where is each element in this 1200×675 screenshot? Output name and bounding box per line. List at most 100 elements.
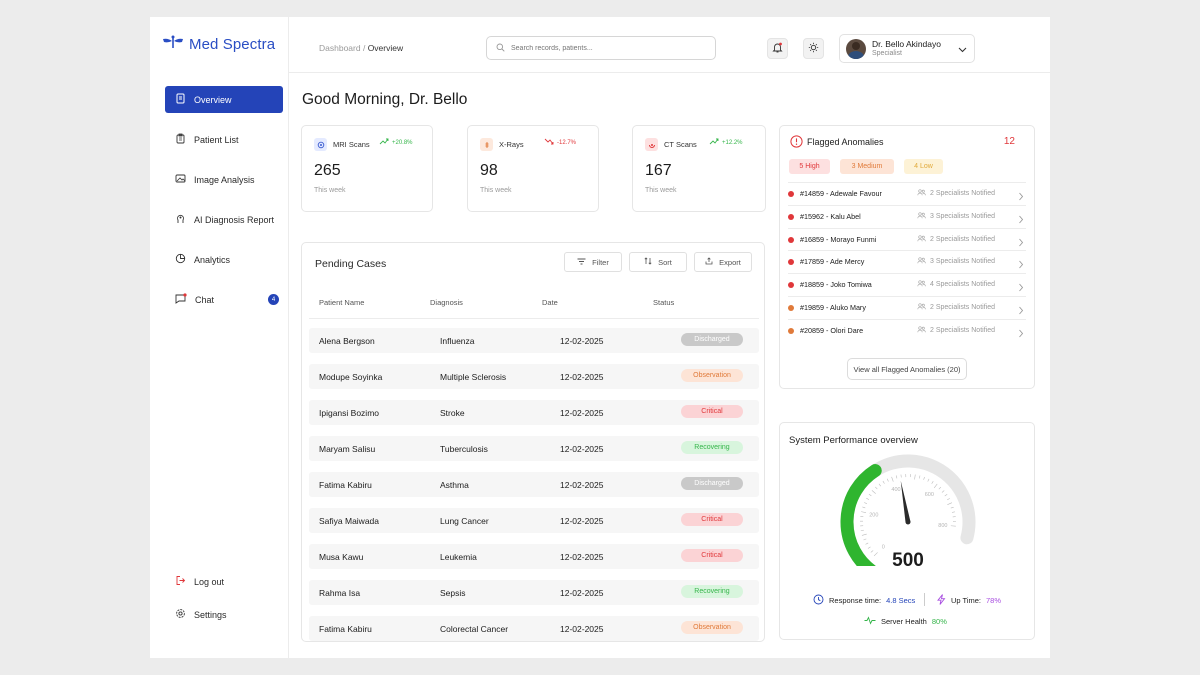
notifications-button[interactable] [767, 38, 788, 59]
column-header-status[interactable]: Status [653, 298, 674, 307]
anomaly-row[interactable]: #18859 - Joko Tomiwa 4 Specialists Notifi… [788, 273, 1026, 295]
table-row[interactable]: Ipigansi Bozimo Stroke 12-02-2025 Critical [309, 400, 759, 425]
anomaly-row[interactable]: #19859 - Aluko Mary 2 Specialists Notifie… [788, 296, 1026, 318]
table-row[interactable]: Fatima Kabiru Colorectal Cancer 12-02-2025… [309, 616, 759, 641]
cell-name: Modupe Soyinka [319, 372, 383, 382]
specialists-note: 2 Specialists Notified [917, 303, 995, 312]
gauge-tick [867, 546, 871, 549]
nav-item-patient-list[interactable]: Patient List [165, 126, 283, 153]
table-row[interactable]: Maryam Salisu Tuberculosis 12-02-2025 Recov… [309, 436, 759, 461]
metric-value: 4.8 Secs [886, 596, 916, 605]
logout-button[interactable]: Log out [165, 568, 283, 595]
gauge-tick [875, 486, 878, 490]
table-row[interactable]: Musa Kawu Leukemia 12-02-2025 Critical [309, 544, 759, 569]
gauge-tick [931, 481, 934, 484]
note-text: 4 Specialists Notified [930, 281, 995, 289]
table-row[interactable]: Modupe Soyinka Multiple Sclerosis 12-02-20… [309, 364, 759, 389]
anomaly-label: #17859 - Ade Mercy [800, 257, 865, 267]
section-title: System Performance overview [789, 435, 918, 446]
chip-low[interactable]: 4 Low [904, 159, 943, 174]
column-header-date[interactable]: Date [542, 298, 558, 307]
stat-card-ct[interactable]: CT Scans +12.2% 167 This week [632, 125, 766, 212]
nav-item-ai-diagnosis-report[interactable]: AI Diagnosis Report [165, 206, 283, 233]
nav-item-chat[interactable]: Chat 4 [165, 286, 283, 313]
clock-icon [813, 594, 824, 607]
table-row[interactable]: Safiya Maiwada Lung Cancer 12-02-2025 Criti… [309, 508, 759, 533]
server-health-metric: Server Health 80% [864, 616, 947, 627]
cell-name: Maryam Salisu [319, 444, 376, 454]
note-text: 2 Specialists Notified [930, 235, 995, 243]
response-time-metric: Response time: 4.8 Secs [813, 594, 915, 607]
cell-date: 12-02-2025 [560, 588, 604, 598]
button-label: Filter [592, 257, 609, 267]
cell-date: 12-02-2025 [560, 336, 604, 346]
clipboard-icon [175, 133, 186, 146]
cell-diagnosis: Lung Cancer [440, 516, 489, 526]
logout-icon [175, 575, 186, 588]
stat-card-xrays[interactable]: X-Rays -12.7% 98 This week [467, 125, 599, 212]
cell-diagnosis: Tuberculosis [440, 444, 488, 454]
gauge-tick [938, 486, 942, 490]
alert-icon [790, 135, 803, 153]
settings-button[interactable]: Settings [165, 601, 283, 628]
gauge-tick [862, 506, 866, 509]
nav-label: Analytics [194, 254, 231, 265]
column-header-diagnosis[interactable]: Diagnosis [430, 298, 463, 307]
metric-value: 80% [931, 617, 947, 626]
gauge-tick [861, 533, 867, 536]
note-text: 3 Specialists Notified [930, 258, 995, 266]
anomaly-row[interactable]: #14859 - Adewale Favour 2 Specialists Not… [788, 182, 1026, 204]
chip-high[interactable]: 5 High [789, 159, 830, 174]
specialists-note: 2 Specialists Notified [917, 234, 995, 244]
chevron-right-icon [1018, 234, 1024, 252]
metric-label: Response time: [829, 596, 882, 605]
table-row[interactable]: Rahma Isa Sepsis 12-02-2025 Recovering [309, 580, 759, 605]
sort-button[interactable]: Sort [629, 252, 687, 272]
trend-value: +12.2% [722, 139, 743, 146]
breadcrumb-current: Overview [367, 43, 404, 53]
note-text: 2 Specialists Notified [930, 190, 995, 197]
heartbeat-icon [864, 616, 876, 627]
gauge-tick-label: 200 [869, 512, 878, 518]
status-badge: Critical [681, 405, 743, 418]
chip-medium[interactable]: 3 Medium [840, 159, 894, 174]
gauge-tick [865, 542, 869, 545]
search-icon [496, 39, 505, 57]
logo[interactable]: Med Spectra [162, 35, 275, 54]
anomaly-row[interactable]: #20859 - Olori Dare 2 Specialists Notifie… [788, 318, 1026, 341]
nav-item-analytics[interactable]: Analytics [165, 246, 283, 273]
user-menu[interactable]: Dr. Bello Akindayo Specialist [839, 34, 975, 63]
filter-button[interactable]: Filter [564, 252, 622, 272]
users-icon [917, 212, 926, 221]
stat-card-mri[interactable]: MRI Scans +20.8% 265 This week [301, 125, 433, 212]
trend-value: -12.7% [557, 139, 577, 146]
table-row[interactable]: Fatima Kabiru Asthma 12-02-2025 Discharged [309, 472, 759, 497]
theme-toggle-button[interactable] [803, 38, 824, 59]
column-header-patient[interactable]: Patient Name [319, 298, 364, 307]
nav-item-overview[interactable]: Overview [165, 86, 283, 113]
severity-dot [788, 282, 794, 289]
stat-period: This week [480, 187, 512, 194]
trend-up-icon [709, 138, 719, 147]
export-button[interactable]: Export [694, 252, 752, 272]
gauge-tick [944, 494, 948, 497]
cell-name: Ipigansi Bozimo [319, 408, 380, 418]
search-box[interactable] [486, 36, 716, 60]
stat-period: This week [314, 187, 346, 194]
cell-diagnosis: Multiple Sclerosis [440, 372, 507, 382]
breadcrumb-root[interactable]: Dashboard [319, 43, 361, 53]
table-row[interactable]: Alena Bergson Influenza 12-02-2025 Discharg… [309, 328, 759, 353]
anomaly-row[interactable]: #17859 - Ade Mercy 3 Specialists Notified [788, 250, 1026, 272]
anomaly-row[interactable]: #16859 - Morayo Funmi 2 Specialists Notif… [788, 227, 1026, 252]
anomaly-row[interactable]: #15962 - Kalu Abel 3 Specialists Notified [788, 204, 1026, 227]
note-text: 2 Specialists Notified [930, 326, 995, 334]
nav-item-image-analysis[interactable]: Image Analysis [165, 166, 283, 193]
stat-value: 265 [314, 162, 341, 179]
view-all-anomalies-button[interactable]: View all Flagged Anomalies (20) [847, 358, 967, 380]
trend-down-icon [544, 138, 554, 147]
stat-period: This week [645, 187, 677, 194]
search-input[interactable] [511, 44, 701, 52]
cell-date: 12-02-2025 [560, 516, 604, 526]
status-badge: Critical [681, 549, 743, 562]
gauge-tick [951, 511, 955, 513]
